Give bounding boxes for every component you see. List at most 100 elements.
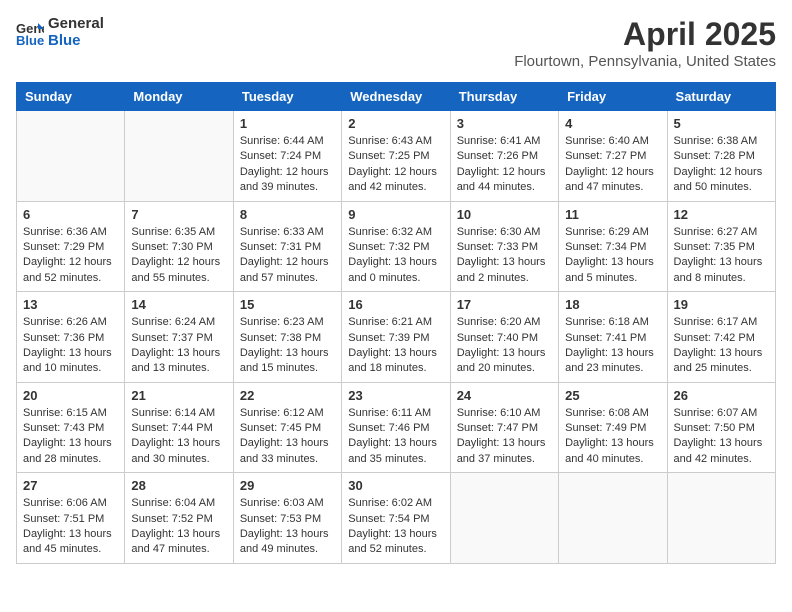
day-info: Sunrise: 6:27 AM Sunset: 7:35 PM Dayligh…: [674, 225, 769, 287]
calendar-cell: 11 Sunrise: 6:29 AM Sunset: 7:34 PM Dayli…: [559, 201, 667, 292]
day-info: Sunrise: 6:11 AM Sunset: 7:46 PM Dayligh…: [348, 406, 443, 468]
day-header-saturday: Saturday: [667, 83, 775, 111]
day-number: 4: [565, 116, 660, 131]
day-number: 1: [240, 116, 335, 131]
day-info: Sunrise: 6:43 AM Sunset: 7:25 PM Dayligh…: [348, 134, 443, 196]
day-info: Sunrise: 6:14 AM Sunset: 7:44 PM Dayligh…: [131, 406, 226, 468]
day-number: 7: [131, 207, 226, 222]
day-info: Sunrise: 6:24 AM Sunset: 7:37 PM Dayligh…: [131, 315, 226, 377]
calendar-cell: 15 Sunrise: 6:23 AM Sunset: 7:38 PM Dayli…: [233, 292, 341, 383]
day-number: 22: [240, 388, 335, 403]
logo: General Blue General Blue: [16, 16, 104, 49]
logo-icon: General Blue: [16, 19, 44, 47]
calendar-cell: 28 Sunrise: 6:04 AM Sunset: 7:52 PM Dayli…: [125, 473, 233, 564]
calendar-week-3: 13 Sunrise: 6:26 AM Sunset: 7:36 PM Dayli…: [17, 292, 776, 383]
calendar-cell: 22 Sunrise: 6:12 AM Sunset: 7:45 PM Dayli…: [233, 382, 341, 473]
calendar-cell: 2Sunrise: 6:43 AM Sunset: 7:25 PM Daylig…: [342, 111, 450, 202]
calendar-cell: 23 Sunrise: 6:11 AM Sunset: 7:46 PM Dayli…: [342, 382, 450, 473]
calendar-cell: [17, 111, 125, 202]
day-info: Sunrise: 6:36 AM Sunset: 7:29 PM Dayligh…: [23, 225, 118, 287]
calendar-cell: 3 Sunrise: 6:41 AM Sunset: 7:26 PM Daylig…: [450, 111, 558, 202]
calendar-cell: [559, 473, 667, 564]
day-number: 10: [457, 207, 552, 222]
day-header-tuesday: Tuesday: [233, 83, 341, 111]
calendar-cell: 18 Sunrise: 6:18 AM Sunset: 7:41 PM Dayli…: [559, 292, 667, 383]
day-number: 20: [23, 388, 118, 403]
day-info: Sunrise: 6:02 AM Sunset: 7:54 PM Dayligh…: [348, 496, 443, 558]
calendar-cell: 13 Sunrise: 6:26 AM Sunset: 7:36 PM Dayli…: [17, 292, 125, 383]
day-number: 30: [348, 478, 443, 493]
day-header-friday: Friday: [559, 83, 667, 111]
day-info: Sunrise: 6:29 AM Sunset: 7:34 PM Dayligh…: [565, 225, 660, 287]
day-info: Sunrise: 6:35 AM Sunset: 7:30 PM Dayligh…: [131, 225, 226, 287]
day-number: 29: [240, 478, 335, 493]
calendar-cell: 4Sunrise: 6:40 AM Sunset: 7:27 PM Daylig…: [559, 111, 667, 202]
day-info: Sunrise: 6:32 AM Sunset: 7:32 PM Dayligh…: [348, 225, 443, 287]
day-info: Sunrise: 6:44 AM Sunset: 7:24 PM Dayligh…: [240, 134, 335, 196]
day-info: Sunrise: 6:04 AM Sunset: 7:52 PM Dayligh…: [131, 496, 226, 558]
calendar-header-row: SundayMondayTuesdayWednesdayThursdayFrid…: [17, 83, 776, 111]
day-header-monday: Monday: [125, 83, 233, 111]
svg-text:Blue: Blue: [16, 33, 44, 47]
day-info: Sunrise: 6:18 AM Sunset: 7:41 PM Dayligh…: [565, 315, 660, 377]
day-number: 28: [131, 478, 226, 493]
day-number: 25: [565, 388, 660, 403]
calendar-cell: 29Sunrise: 6:03 AM Sunset: 7:53 PM Dayli…: [233, 473, 341, 564]
calendar-cell: [667, 473, 775, 564]
page-header: General Blue General Blue April 2025 Flo…: [16, 16, 776, 70]
calendar-cell: 14 Sunrise: 6:24 AM Sunset: 7:37 PM Dayli…: [125, 292, 233, 383]
calendar-cell: 16 Sunrise: 6:21 AM Sunset: 7:39 PM Dayli…: [342, 292, 450, 383]
calendar-week-2: 6Sunrise: 6:36 AM Sunset: 7:29 PM Daylig…: [17, 201, 776, 292]
day-info: Sunrise: 6:17 AM Sunset: 7:42 PM Dayligh…: [674, 315, 769, 377]
day-number: 11: [565, 207, 660, 222]
day-number: 21: [131, 388, 226, 403]
calendar-week-1: 1 Sunrise: 6:44 AM Sunset: 7:24 PM Daylig…: [17, 111, 776, 202]
day-number: 23: [348, 388, 443, 403]
day-number: 16: [348, 297, 443, 312]
location: Flourtown, Pennsylvania, United States: [514, 53, 776, 70]
month-title: April 2025: [514, 16, 776, 53]
calendar-cell: 1 Sunrise: 6:44 AM Sunset: 7:24 PM Daylig…: [233, 111, 341, 202]
calendar-cell: 25Sunrise: 6:08 AM Sunset: 7:49 PM Dayli…: [559, 382, 667, 473]
day-info: Sunrise: 6:12 AM Sunset: 7:45 PM Dayligh…: [240, 406, 335, 468]
day-info: Sunrise: 6:20 AM Sunset: 7:40 PM Dayligh…: [457, 315, 552, 377]
title-block: April 2025 Flourtown, Pennsylvania, Unit…: [514, 16, 776, 70]
day-info: Sunrise: 6:23 AM Sunset: 7:38 PM Dayligh…: [240, 315, 335, 377]
day-header-wednesday: Wednesday: [342, 83, 450, 111]
calendar-cell: 27 Sunrise: 6:06 AM Sunset: 7:51 PM Dayli…: [17, 473, 125, 564]
day-header-sunday: Sunday: [17, 83, 125, 111]
day-number: 14: [131, 297, 226, 312]
calendar-cell: 9 Sunrise: 6:32 AM Sunset: 7:32 PM Daylig…: [342, 201, 450, 292]
day-info: Sunrise: 6:33 AM Sunset: 7:31 PM Dayligh…: [240, 225, 335, 287]
day-number: 13: [23, 297, 118, 312]
day-number: 15: [240, 297, 335, 312]
day-number: 5: [674, 116, 769, 131]
logo-blue-text: Blue: [48, 33, 104, 50]
calendar-cell: 6Sunrise: 6:36 AM Sunset: 7:29 PM Daylig…: [17, 201, 125, 292]
day-number: 17: [457, 297, 552, 312]
calendar-cell: 5Sunrise: 6:38 AM Sunset: 7:28 PM Daylig…: [667, 111, 775, 202]
day-info: Sunrise: 6:07 AM Sunset: 7:50 PM Dayligh…: [674, 406, 769, 468]
day-info: Sunrise: 6:15 AM Sunset: 7:43 PM Dayligh…: [23, 406, 118, 468]
calendar-cell: 26Sunrise: 6:07 AM Sunset: 7:50 PM Dayli…: [667, 382, 775, 473]
day-info: Sunrise: 6:10 AM Sunset: 7:47 PM Dayligh…: [457, 406, 552, 468]
day-info: Sunrise: 6:06 AM Sunset: 7:51 PM Dayligh…: [23, 496, 118, 558]
day-number: 18: [565, 297, 660, 312]
calendar-cell: 21 Sunrise: 6:14 AM Sunset: 7:44 PM Dayli…: [125, 382, 233, 473]
calendar-cell: 7 Sunrise: 6:35 AM Sunset: 7:30 PM Daylig…: [125, 201, 233, 292]
day-number: 27: [23, 478, 118, 493]
day-header-thursday: Thursday: [450, 83, 558, 111]
day-info: Sunrise: 6:26 AM Sunset: 7:36 PM Dayligh…: [23, 315, 118, 377]
calendar-cell: 19 Sunrise: 6:17 AM Sunset: 7:42 PM Dayli…: [667, 292, 775, 383]
calendar-cell: [125, 111, 233, 202]
day-info: Sunrise: 6:21 AM Sunset: 7:39 PM Dayligh…: [348, 315, 443, 377]
day-number: 19: [674, 297, 769, 312]
day-number: 9: [348, 207, 443, 222]
day-info: Sunrise: 6:30 AM Sunset: 7:33 PM Dayligh…: [457, 225, 552, 287]
calendar-cell: [450, 473, 558, 564]
calendar-cell: 30 Sunrise: 6:02 AM Sunset: 7:54 PM Dayli…: [342, 473, 450, 564]
calendar-cell: 12Sunrise: 6:27 AM Sunset: 7:35 PM Dayli…: [667, 201, 775, 292]
calendar-cell: 10 Sunrise: 6:30 AM Sunset: 7:33 PM Dayli…: [450, 201, 558, 292]
day-number: 3: [457, 116, 552, 131]
day-info: Sunrise: 6:41 AM Sunset: 7:26 PM Dayligh…: [457, 134, 552, 196]
